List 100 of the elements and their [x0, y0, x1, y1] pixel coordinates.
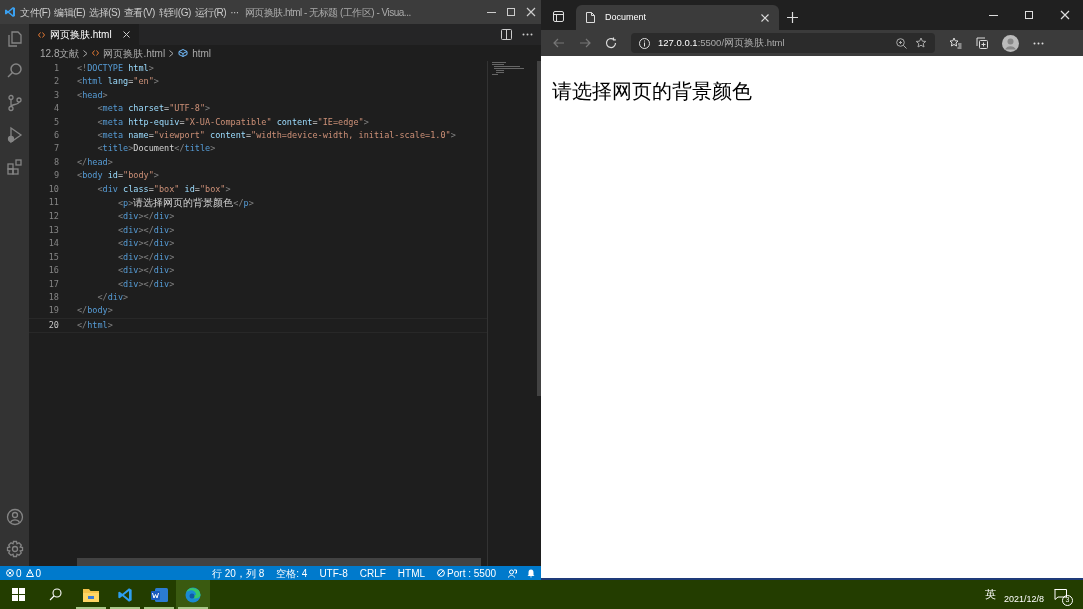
- line-number: 16: [47, 264, 59, 278]
- search-icon[interactable]: [49, 588, 62, 601]
- menu-item[interactable]: ···: [230, 4, 239, 20]
- code-line: <div></div>: [116, 223, 175, 237]
- new-tab-icon[interactable]: [787, 12, 798, 23]
- code-line: <div></div>: [116, 250, 175, 264]
- feedback-icon[interactable]: [508, 568, 517, 578]
- status-item[interactable]: HTML: [397, 565, 426, 581]
- line-number: 15: [47, 250, 59, 264]
- browser-tab[interactable]: Document: [576, 5, 779, 30]
- input-method-indicator[interactable]: 英: [984, 586, 996, 603]
- favorites-icon[interactable]: [949, 37, 962, 49]
- breadcrumb-item[interactable]: 网页换肤.html: [103, 45, 166, 61]
- code-line: <div class="box" id="box">: [96, 182, 231, 196]
- word-logo-icon: [150, 586, 168, 603]
- notification-icon[interactable]: [1052, 586, 1068, 603]
- extensions-icon[interactable]: [5, 158, 24, 176]
- menu-item[interactable]: 查看(V): [123, 4, 155, 20]
- code-line: <html lang="en">: [76, 75, 159, 89]
- status-item[interactable]: CRLF: [359, 565, 386, 581]
- close-icon[interactable]: [1060, 10, 1070, 20]
- line-number: 12: [47, 210, 59, 224]
- back-icon[interactable]: [553, 37, 565, 49]
- code-line: <div></div>: [116, 237, 175, 251]
- menu-item[interactable]: 选择(S): [89, 4, 120, 20]
- close-icon[interactable]: [761, 13, 769, 22]
- line-number: 4: [52, 102, 59, 116]
- chevron-icon: [83, 49, 89, 57]
- split-editor-icon[interactable]: [501, 29, 512, 40]
- line-number: 6: [52, 129, 59, 143]
- line-number: 17: [47, 277, 59, 291]
- source-control-icon[interactable]: [5, 94, 24, 112]
- page-icon: [586, 12, 595, 23]
- breadcrumb-item[interactable]: 12.8文献: [40, 45, 80, 61]
- windows-start-icon[interactable]: [12, 588, 25, 601]
- breadcrumb-item[interactable]: html: [192, 45, 212, 61]
- html-file-icon: [38, 31, 45, 38]
- vscode-logo-icon: [117, 586, 133, 603]
- settings-icon[interactable]: [5, 540, 24, 558]
- more-icon[interactable]: [1033, 41, 1044, 45]
- bell-icon[interactable]: [527, 568, 535, 578]
- port-status[interactable]: Port : 5500: [437, 565, 496, 581]
- line-number: 8: [52, 155, 59, 169]
- address-bar[interactable]: 127.0.0.1:5500/网页换肤.html: [631, 33, 935, 53]
- files-icon[interactable]: [5, 30, 24, 48]
- status-item[interactable]: 空格: 4: [276, 565, 308, 581]
- account-icon[interactable]: [5, 508, 24, 526]
- close-icon[interactable]: [122, 31, 130, 38]
- edge-logo-icon: [185, 586, 201, 603]
- code-line: <meta http-equiv="X-UA-Compatible" content="IE=edge">: [96, 115, 369, 129]
- status-item[interactable]: UTF-8: [319, 565, 348, 581]
- code-line: </div>: [96, 290, 129, 304]
- menu-item[interactable]: 文件(F): [20, 4, 51, 20]
- taskbar-app-button[interactable]: [176, 580, 210, 609]
- line-number: 11: [47, 196, 59, 210]
- code-line: </body>: [76, 304, 113, 318]
- close-icon[interactable]: [526, 7, 536, 17]
- editor-tab[interactable]: 网页换肤.html: [29, 24, 139, 45]
- code-line: <div></div>: [116, 210, 175, 224]
- add-favorite-icon[interactable]: [915, 37, 927, 49]
- line-number: 18: [47, 290, 59, 304]
- line-number: 5: [52, 115, 59, 129]
- menu-item[interactable]: 运行(R): [194, 4, 227, 20]
- code-line: <body id="body">: [76, 169, 159, 183]
- vscode-logo-icon: [4, 6, 16, 18]
- refresh-icon[interactable]: [605, 37, 617, 49]
- html-file-icon: [92, 50, 100, 56]
- menu-item[interactable]: 转到(G): [158, 4, 191, 20]
- code-line: <p>请选择网页的背景颜色</p>: [116, 196, 254, 211]
- code-line: <head>: [76, 88, 108, 102]
- profile-avatar-icon[interactable]: [1002, 34, 1019, 52]
- code-line: </head>: [76, 155, 113, 169]
- zoom-icon[interactable]: [896, 37, 907, 49]
- vertical-scrollbar[interactable]: [537, 61, 541, 396]
- element-icon: [178, 49, 189, 57]
- code-line: <div></div>: [116, 277, 175, 291]
- code-line: <meta name="viewport" content="width=device-width, initial-scale=1.0">: [96, 129, 456, 143]
- status-item[interactable]: 行 20，列 8: [212, 565, 265, 581]
- problems-indicator[interactable]: 0 0: [6, 565, 42, 581]
- line-number: 3: [52, 88, 59, 102]
- collections-icon[interactable]: [976, 37, 988, 49]
- line-number: 9: [52, 169, 59, 183]
- code-line: <!DOCTYPE html>: [76, 62, 154, 75]
- line-number: 13: [47, 223, 59, 237]
- more-icon[interactable]: [522, 33, 533, 36]
- folder-icon: [83, 587, 99, 602]
- tab-actions-icon[interactable]: [553, 11, 564, 22]
- line-number: 14: [47, 237, 59, 251]
- taskbar-date[interactable]: 2021/12/8: [1003, 592, 1044, 607]
- line-number: 10: [47, 182, 59, 196]
- line-number: 19: [47, 304, 59, 318]
- code-line: </html>: [76, 318, 113, 332]
- menu-item[interactable]: 编辑(E): [54, 4, 86, 20]
- forward-icon[interactable]: [579, 37, 591, 49]
- line-number: 7: [52, 142, 59, 156]
- horizontal-scrollbar[interactable]: [77, 558, 481, 566]
- page-paragraph: 请选择网页的背景颜色: [552, 79, 753, 104]
- line-number: 1: [52, 62, 59, 75]
- code-line: <title>Document</title>: [96, 142, 216, 156]
- run-debug-icon[interactable]: [5, 126, 24, 144]
